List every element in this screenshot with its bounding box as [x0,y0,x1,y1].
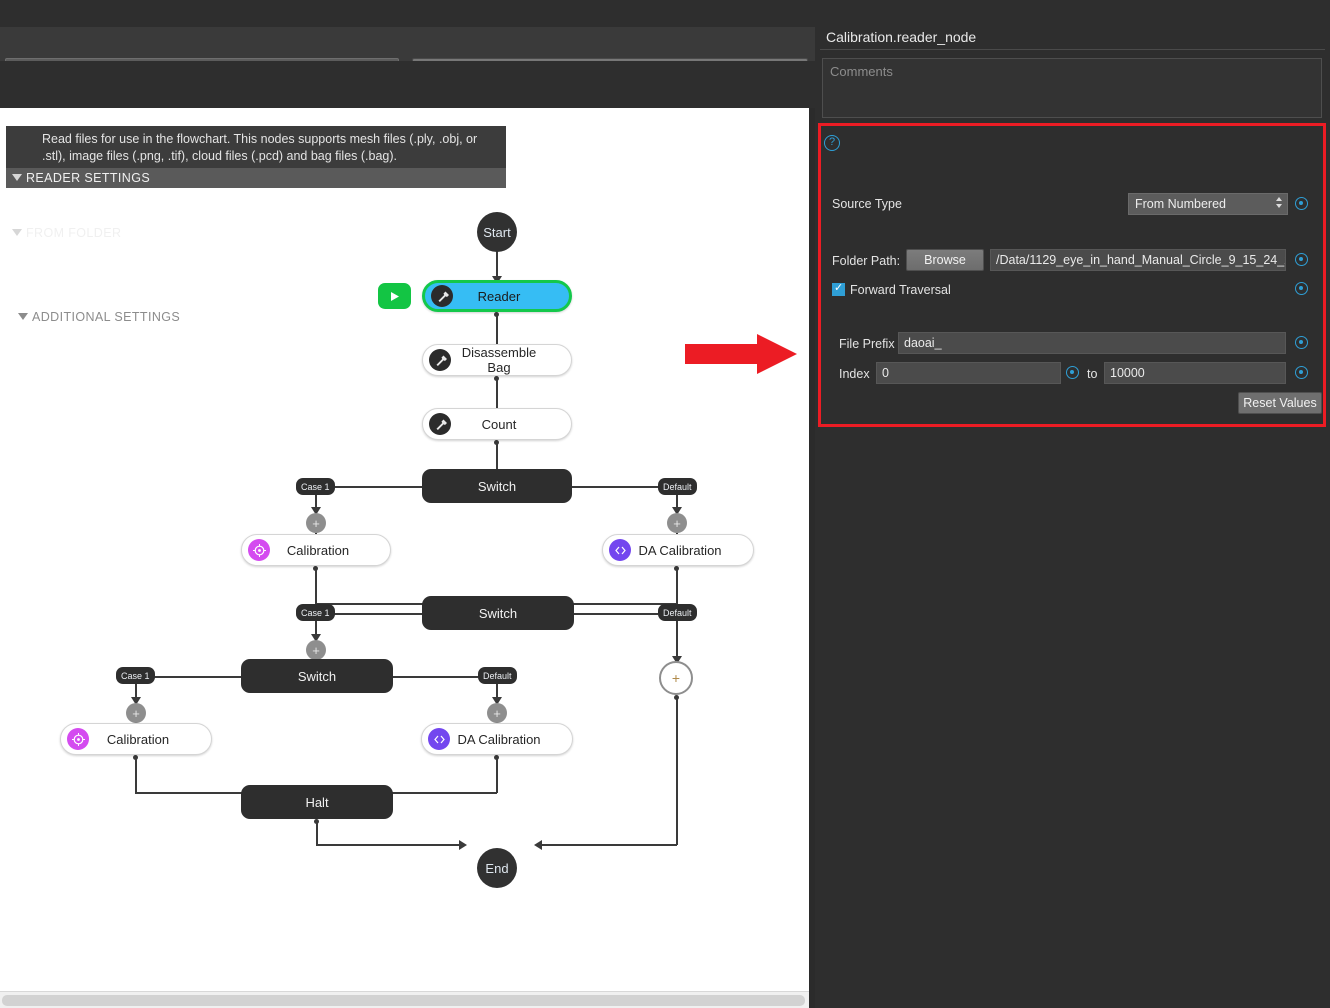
add-node-button[interactable]: + [487,703,507,723]
edge [496,757,498,793]
node-switch-2[interactable]: Switch [422,596,574,630]
inspector-title: Calibration.reader_node [820,24,1325,50]
node-label: Calibration [286,542,350,558]
node-calibration-2[interactable]: Calibration [60,723,212,755]
target-icon [248,539,270,561]
port-case1[interactable]: Case 1 [296,604,335,621]
edge [334,486,422,488]
edge [496,249,498,279]
node-label: Switch [477,478,517,494]
add-node-button[interactable]: + [306,513,326,533]
chevron-down-icon [12,229,22,236]
comments-field[interactable]: Comments [822,58,1322,118]
node-da-calibration-1[interactable]: DA Calibration [602,534,754,566]
node-switch-3[interactable]: Switch [241,659,393,693]
edge-arrow [459,840,467,850]
annotation-arrow-icon [685,332,797,376]
edge [315,568,317,604]
section-additional-settings[interactable]: ADDITIONAL SETTINGS [6,307,506,327]
node-label: DA Calibration [638,542,722,558]
section-from-folder[interactable]: FROM FOLDER [6,223,506,243]
add-node-button[interactable]: + [667,513,687,533]
scrollbar-thumb[interactable] [2,995,805,1006]
section-label: READER SETTINGS [26,171,151,185]
node-label: Disassemble Bag [461,345,537,375]
edge-arrow [534,840,542,850]
node-label: DA Calibration [457,731,541,747]
edge [392,676,478,678]
annotation-highlight-box [818,123,1326,427]
edge [316,821,318,845]
wrench-icon [431,285,453,307]
node-label: Switch [478,605,518,621]
node-label: Halt [305,794,329,810]
code-icon [428,728,450,750]
edge [538,844,677,846]
edge [316,844,462,846]
node-label: Calibration [106,731,170,747]
node-switch-1[interactable]: Switch [422,469,572,503]
canvas-horizontal-scrollbar[interactable] [0,991,809,1008]
chevron-down-icon [18,313,28,320]
wrench-icon [429,413,451,435]
add-node-button[interactable]: + [126,703,146,723]
edge [572,486,658,488]
code-icon [609,539,631,561]
node-disassemble-bag[interactable]: Disassemble Bag [422,344,572,376]
node-label: Reader [477,288,521,304]
node-da-calibration-2[interactable]: DA Calibration [421,723,573,755]
port-default[interactable]: Default [658,478,697,495]
node-halt[interactable]: Halt [241,785,393,819]
target-icon [67,728,89,750]
node-label: End [485,860,509,876]
port-default[interactable]: Default [658,604,697,621]
port-case1[interactable]: Case 1 [116,667,155,684]
node-calibration-1[interactable]: Calibration [241,534,391,566]
node-end[interactable]: End [477,848,517,888]
add-node-button[interactable]: + [306,640,326,660]
edge [135,757,137,793]
edge [676,697,678,845]
wrench-icon [429,349,451,371]
node-run-badge[interactable] [378,283,411,309]
edge [573,613,658,615]
edge [676,568,678,604]
edge [496,377,498,411]
port-default[interactable]: Default [478,667,517,684]
section-label: ADDITIONAL SETTINGS [32,310,181,324]
node-count[interactable]: Count [422,408,572,440]
add-node-button-large[interactable]: + [659,661,693,695]
node-description: Read files for use in the flowchart. Thi… [6,126,506,170]
node-label: Switch [297,668,337,684]
flowchart-topbar: Calibration Manage Variables [0,27,815,84]
port-case1[interactable]: Case 1 [296,478,335,495]
interactor-toolbar: Exit Interactor [0,61,815,160]
edge [334,613,422,615]
chevron-down-icon [12,174,22,181]
node-label: Count [481,416,517,432]
edge [154,676,242,678]
section-reader-settings[interactable]: READER SETTINGS [6,168,506,188]
section-label: FROM FOLDER [26,226,122,240]
